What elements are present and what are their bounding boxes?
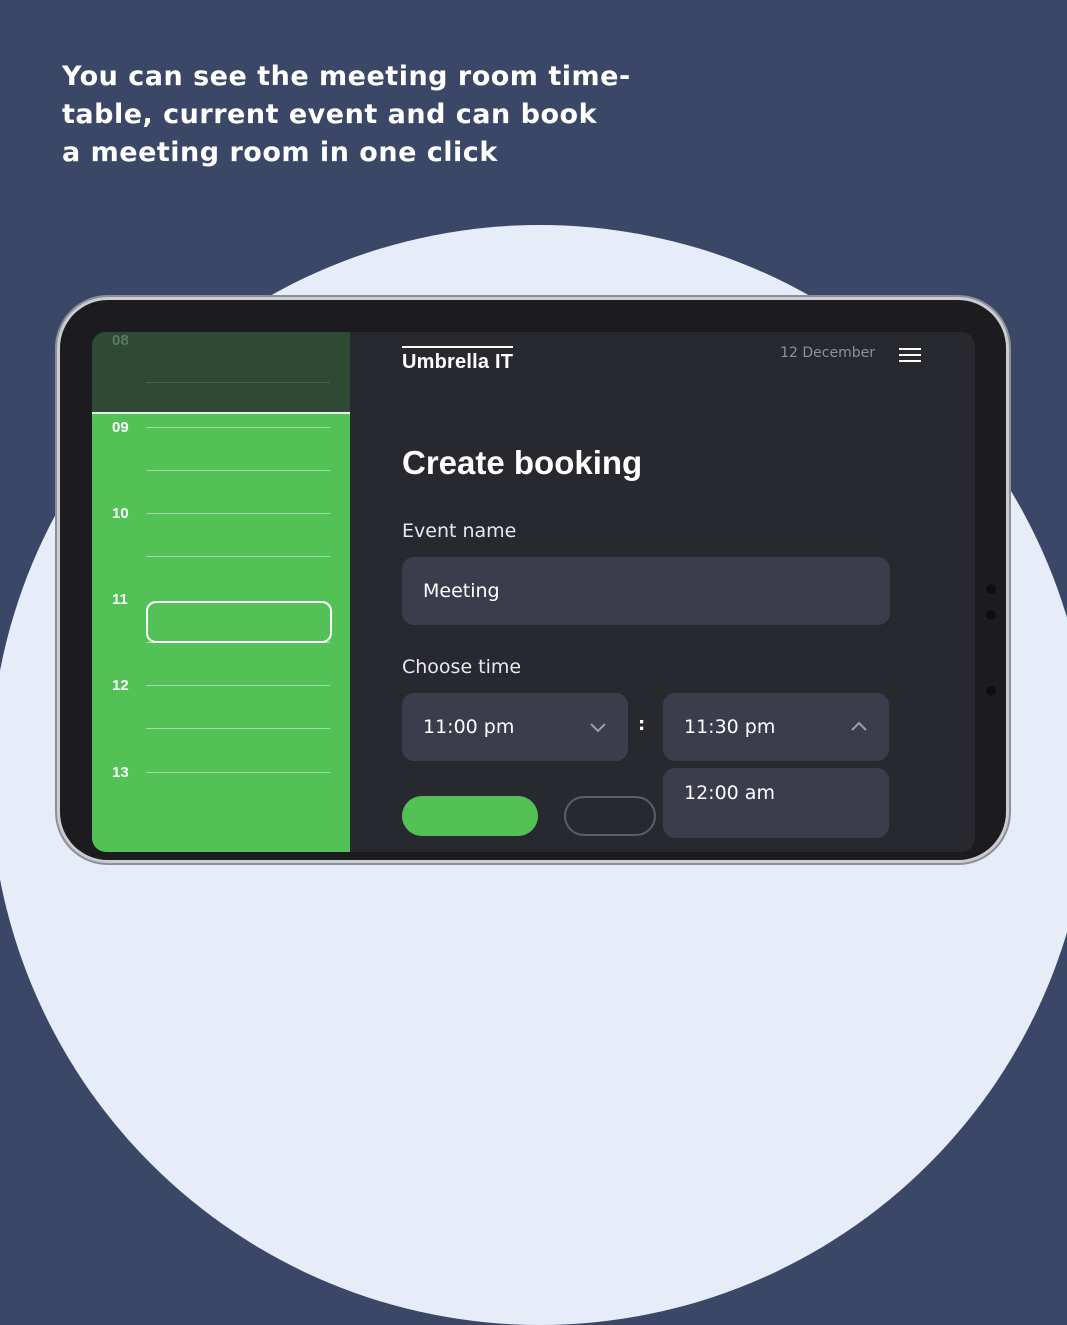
headline-line-2: table, current event and can book: [62, 99, 598, 130]
menu-bar: [899, 348, 921, 350]
time-separator: :: [638, 714, 646, 735]
promo-headline: You can see the meeting room time- table…: [62, 58, 662, 172]
half-hour-line: [146, 728, 330, 729]
hour-line: [146, 772, 330, 773]
start-time-select[interactable]: 11:00 pm: [402, 693, 628, 761]
menu-bar: [899, 354, 921, 356]
book-button[interactable]: [402, 796, 538, 836]
start-time-value: 11:00 pm: [423, 716, 515, 738]
headline-line-1: You can see the meeting room time-: [62, 61, 631, 92]
hour-line: [146, 427, 330, 428]
hour-label: 11: [112, 591, 128, 608]
end-time-select[interactable]: 11:30 pm: [663, 693, 889, 761]
side-button: [986, 610, 996, 620]
side-button: [986, 686, 996, 696]
half-hour-line: [146, 382, 330, 383]
hour-line: [146, 513, 330, 514]
half-hour-line: [146, 556, 330, 557]
tablet-frame: 08 09 10 11 12 13 Umbrella IT 12 Decembe…: [60, 300, 1006, 860]
booking-panel: Umbrella IT 12 December Create booking E…: [350, 332, 975, 852]
brand-logo: Umbrella IT: [402, 346, 514, 374]
event-name-label: Event name: [402, 520, 517, 542]
event-name-input[interactable]: [402, 557, 890, 625]
current-date: 12 December: [780, 345, 875, 361]
hour-label: 13: [112, 764, 129, 781]
menu-bar: [899, 360, 921, 362]
side-button: [986, 584, 996, 594]
half-hour-line: [146, 470, 330, 471]
choose-time-label: Choose time: [402, 656, 522, 678]
hour-label: 12: [112, 677, 129, 694]
end-time-option[interactable]: 12:00 am: [663, 768, 889, 838]
hour-label: 09: [112, 419, 129, 436]
hamburger-menu-icon[interactable]: [899, 348, 921, 362]
hour-line: [146, 685, 330, 686]
hour-label: 08: [112, 332, 129, 349]
end-time-value: 11:30 pm: [684, 716, 776, 738]
cancel-button[interactable]: [564, 796, 656, 836]
page-title: Create booking: [402, 444, 643, 481]
tablet-screen: 08 09 10 11 12 13 Umbrella IT 12 Decembe…: [92, 332, 975, 852]
headline-line-3: a meeting room in one click: [62, 137, 498, 168]
selected-time-slot[interactable]: [146, 601, 332, 643]
chevron-down-icon: [590, 723, 606, 733]
room-timeline[interactable]: 08 09 10 11 12 13: [92, 332, 350, 852]
hour-label: 10: [112, 505, 129, 522]
past-time-overlay: [92, 332, 350, 414]
chevron-up-icon: [851, 721, 867, 731]
